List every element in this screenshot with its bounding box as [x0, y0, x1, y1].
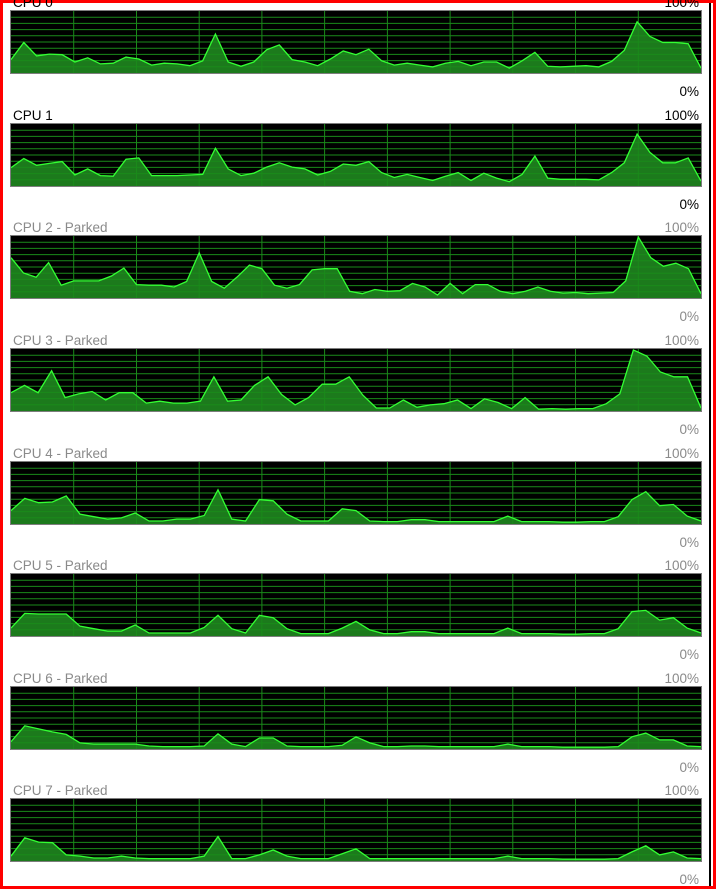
cpu-usage-graph [10, 10, 702, 74]
min-percent-label: 0% [679, 535, 699, 550]
min-percent-label: 0% [679, 309, 699, 324]
usage-chart [11, 687, 701, 749]
scrollbar-edge[interactable] [709, 3, 711, 886]
cpu-label: CPU 1 [13, 108, 53, 123]
min-percent-label: 0% [679, 647, 699, 662]
max-percent-label: 100% [664, 108, 699, 123]
cpu-label: CPU 6 - Parked [13, 671, 108, 686]
max-percent-label: 100% [664, 783, 699, 798]
max-percent-label: 100% [664, 446, 699, 461]
usage-chart [11, 462, 701, 524]
cpu-label: CPU 0 [13, 0, 53, 10]
cpu-panel-6: CPU 6 - Parked 100% 0% [10, 671, 702, 784]
min-percent-label: 0% [679, 760, 699, 775]
min-percent-label: 0% [679, 84, 699, 99]
max-percent-label: 100% [664, 220, 699, 235]
cpu-panel-5: CPU 5 - Parked 100% 0% [10, 558, 702, 671]
cpu-label: CPU 5 - Parked [13, 558, 108, 573]
min-percent-label: 0% [679, 872, 699, 887]
cpu-panel-4: CPU 4 - Parked 100% 0% [10, 446, 702, 559]
cpu-usage-graph [10, 686, 702, 750]
usage-chart [11, 11, 701, 73]
cpu-panel-7: CPU 7 - Parked 100% 0% [10, 783, 702, 896]
cpu-panel-3: CPU 3 - Parked 100% 0% [10, 333, 702, 446]
cpu-usage-graph [10, 461, 702, 525]
cpu-label: CPU 7 - Parked [13, 783, 108, 798]
cpu-label: CPU 2 - Parked [13, 220, 108, 235]
cpu-panel-0: CPU 0 100% 0% [10, 0, 702, 108]
max-percent-label: 100% [664, 558, 699, 573]
usage-chart [11, 349, 701, 411]
cpu-label: CPU 4 - Parked [13, 446, 108, 461]
usage-chart [11, 799, 701, 861]
usage-chart [11, 236, 701, 298]
max-percent-label: 100% [664, 671, 699, 686]
cpu-label: CPU 3 - Parked [13, 333, 108, 348]
usage-chart [11, 124, 701, 186]
min-percent-label: 0% [679, 197, 699, 212]
cpu-panel-1: CPU 1 100% 0% [10, 108, 702, 221]
cpu-usage-graph [10, 798, 702, 862]
cpu-panel-2: CPU 2 - Parked 100% 0% [10, 220, 702, 333]
max-percent-label: 100% [664, 0, 699, 10]
min-percent-label: 0% [679, 422, 699, 437]
cpu-usage-graph [10, 123, 702, 187]
usage-chart [11, 574, 701, 636]
cpu-usage-graph [10, 235, 702, 299]
cpu-usage-graph [10, 573, 702, 637]
max-percent-label: 100% [664, 333, 699, 348]
cpu-usage-graph [10, 348, 702, 412]
